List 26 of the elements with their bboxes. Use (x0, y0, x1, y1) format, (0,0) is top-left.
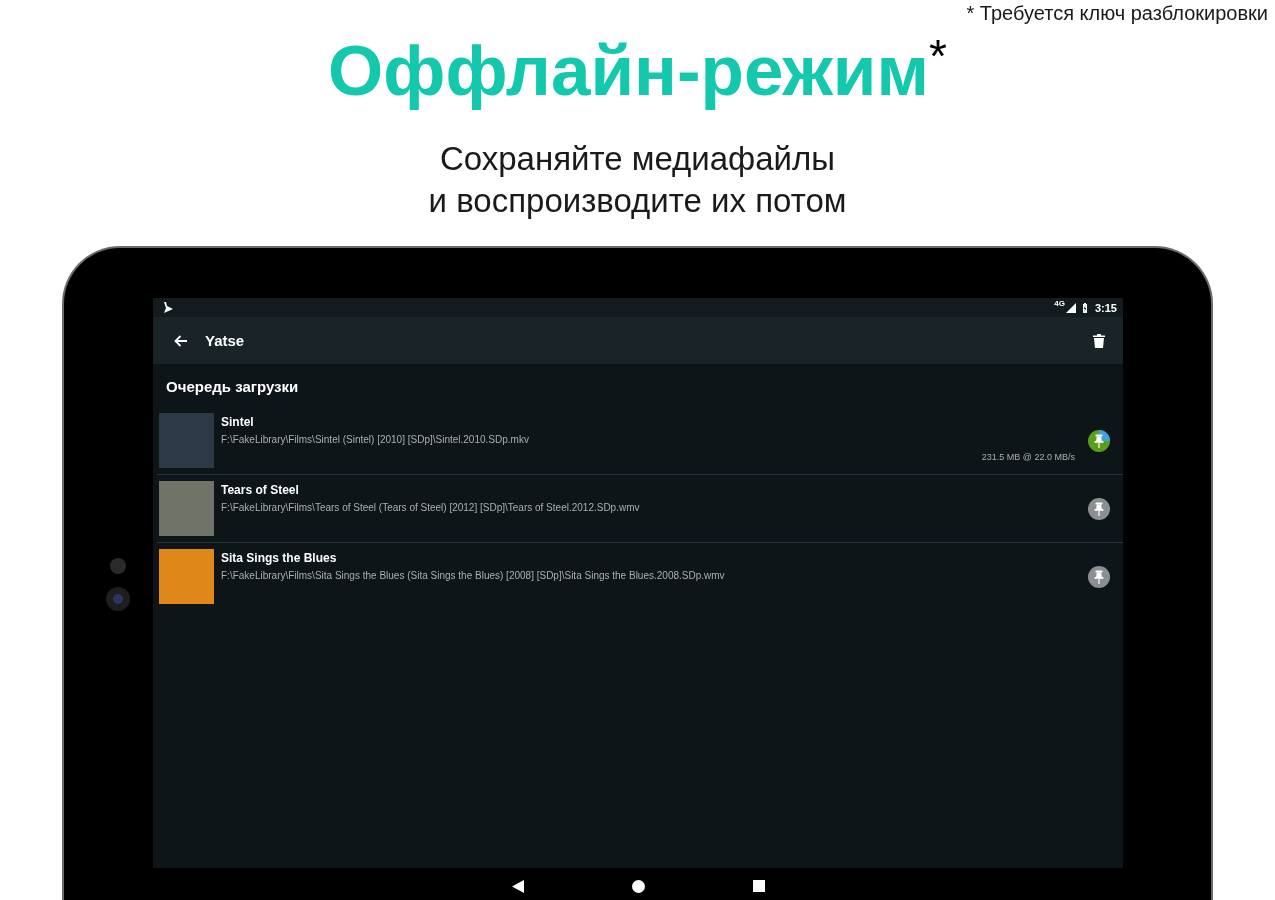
download-progress-text: 231.5 MB @ 22.0 MB/s (981, 452, 1075, 463)
subtitle: Сохраняйте медиафайлы и воспроизводите их потом (428, 139, 847, 221)
network-type-text: 4G (1054, 300, 1065, 308)
pushpin-icon[interactable] (1088, 565, 1110, 588)
home-circle-icon[interactable] (631, 879, 645, 893)
pushpin-icon[interactable] (1088, 497, 1110, 520)
pushpin-icon[interactable] (1088, 429, 1110, 452)
clock-text: 3:15 (1094, 301, 1117, 314)
signal-icon (1065, 302, 1076, 313)
camera-lens-icon (106, 587, 130, 611)
play-logo-icon (163, 302, 174, 313)
item-title: Tears of Steel (221, 483, 299, 498)
trash-icon[interactable] (1093, 333, 1105, 348)
headline: Оффлайн-режим$^{*}$ (328, 31, 947, 111)
toolbar-title: Yatse (205, 331, 245, 350)
item-title: Sita Sings the Blues (221, 551, 337, 566)
footnote-text: * Требуется ключ разблокировки (966, 1, 1269, 25)
back-arrow-icon[interactable] (174, 334, 188, 347)
battery-icon (1081, 302, 1088, 313)
square-icon[interactable] (752, 880, 765, 892)
list-header: Очередь загрузки (166, 378, 299, 396)
back-triangle-icon[interactable] (511, 879, 524, 893)
file-path-text: F:\FakeLibrary\Films\Sintel (Sintel) [2010] [SDp]\Sintel.2010.SDp.mkv (221, 433, 529, 447)
file-path-text: F:\FakeLibrary\Films\Tears of Steel (Tears of Steel) [2012] [SDp]\Tears of Steel.2012.SDp.wmv (221, 501, 640, 515)
item-title: Sintel (221, 415, 254, 430)
file-path-text: F:\FakeLibrary\Films\Sita Sings the Blues (Sita Sings the Blues) [2008] [SDp]\Sita Sings the Blues.2008.SDp.wmv (221, 569, 725, 583)
